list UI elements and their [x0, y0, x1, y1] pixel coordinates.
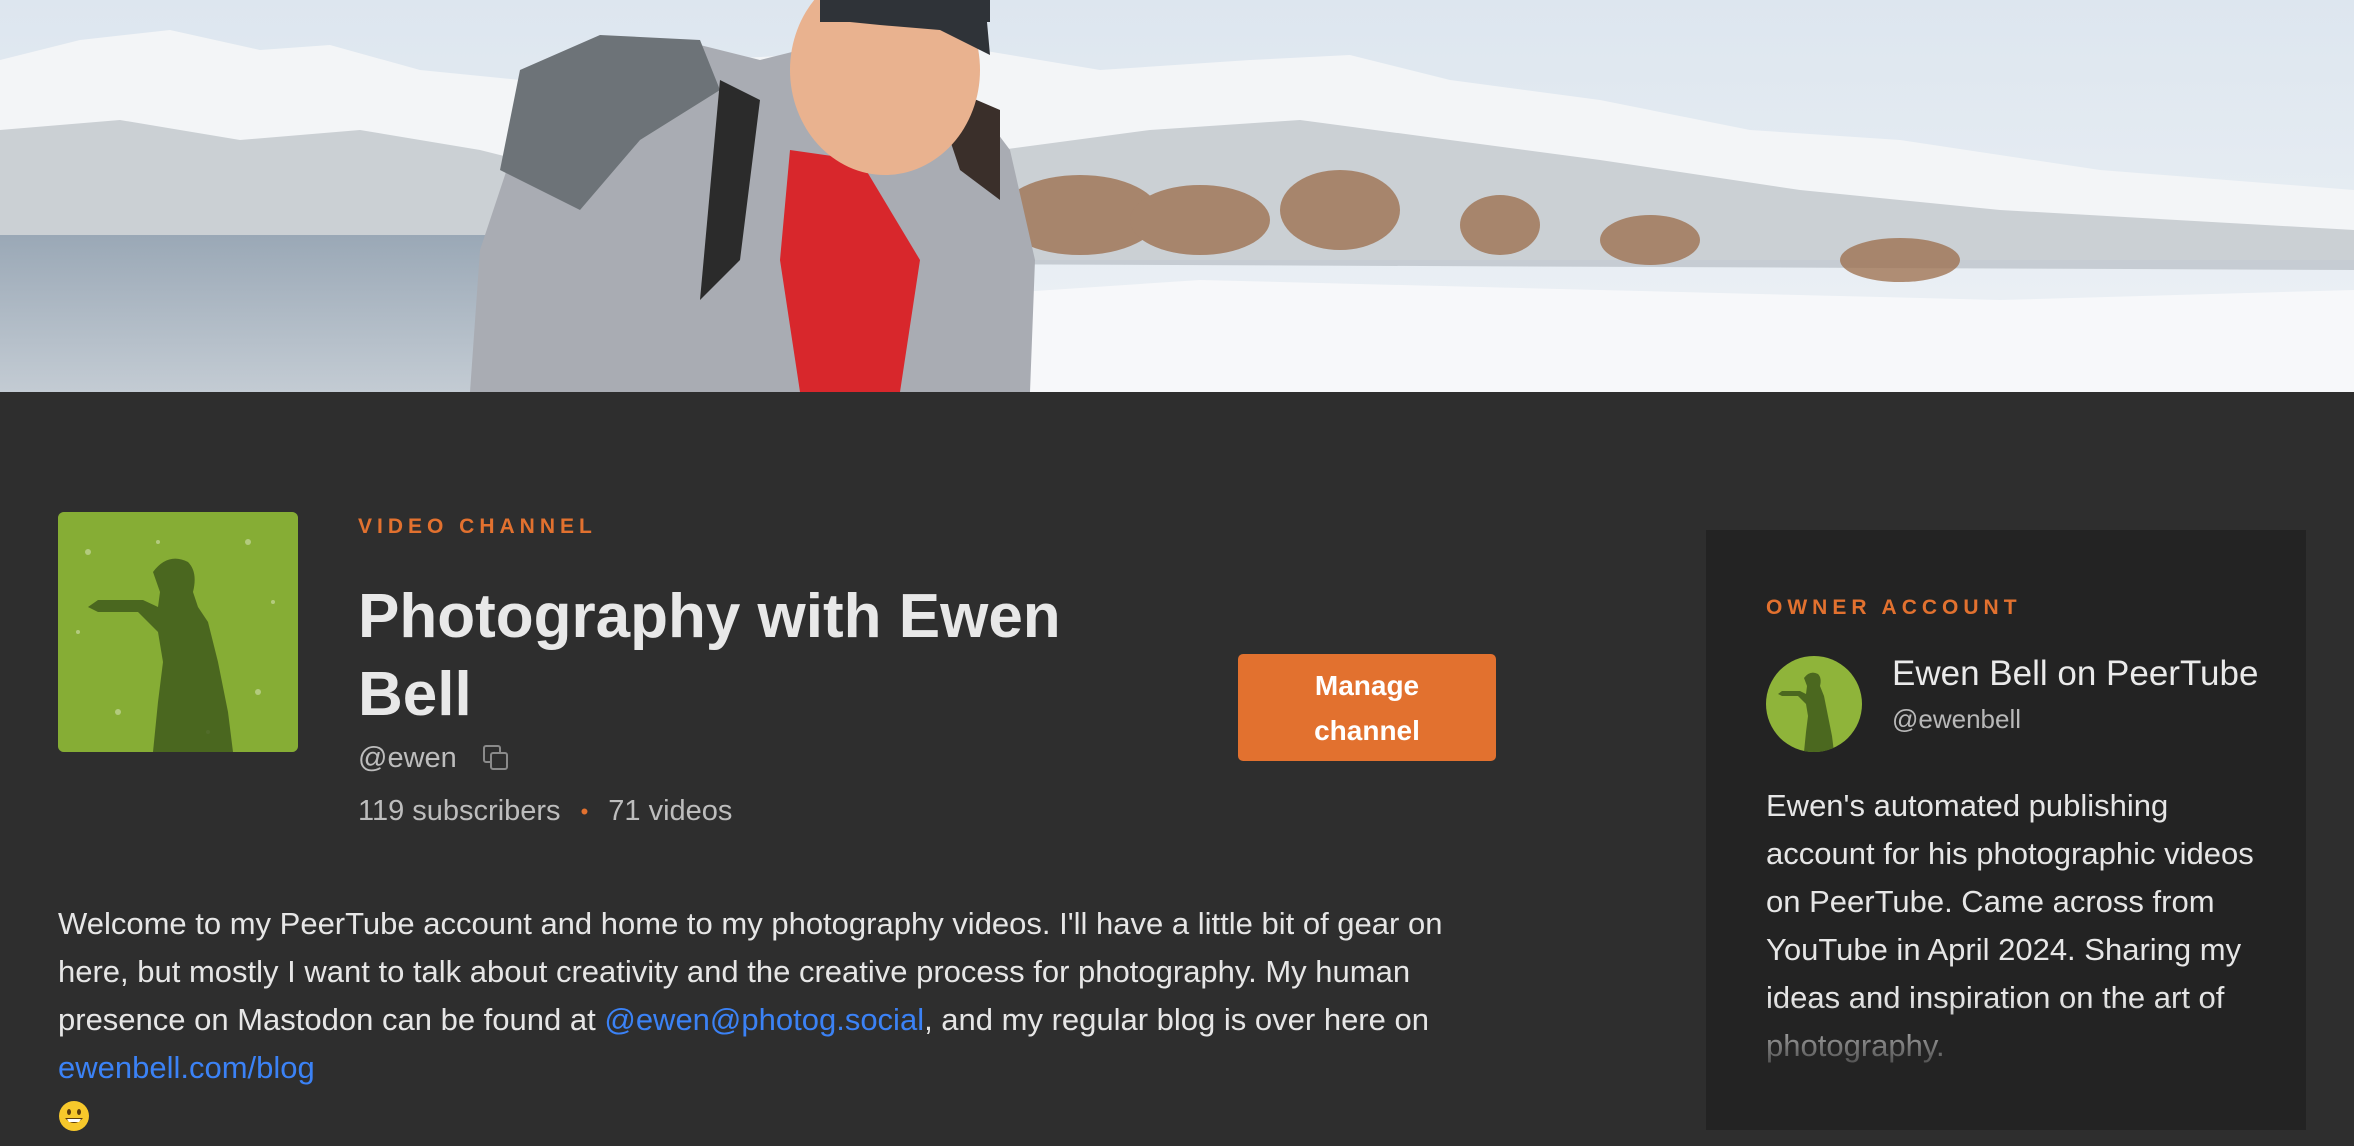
- video-count: 71 videos: [608, 795, 733, 827]
- owner-description: Ewen's automated publishing account for …: [1766, 788, 2254, 1063]
- channel-description: Welcome to my PeerTube account and home …: [58, 900, 1498, 1140]
- blog-link[interactable]: ewenbell.com/blog: [58, 1050, 315, 1085]
- channel-handle: @ewen: [358, 741, 457, 774]
- channel-kicker: VIDEO CHANNEL: [358, 515, 597, 538]
- channel-stats: 119 subscribers • 71 videos: [358, 795, 732, 828]
- stats-separator: •: [580, 798, 589, 824]
- owner-handle: @ewenbell: [1892, 704, 2022, 734]
- grinning-face-emoji-icon: [58, 1098, 90, 1131]
- banner-image: [0, 0, 2354, 392]
- owner-account-card: OWNER ACCOUNT Ewen Bell on PeerTube @ewe…: [1706, 530, 2306, 1130]
- copy-icon[interactable]: [481, 743, 511, 773]
- channel-title: Photography with Ewen Bell: [358, 582, 1061, 729]
- channel-banner: [0, 0, 2354, 392]
- channel-avatar: [58, 512, 298, 752]
- description-text-2: , and my regular blog is over here on: [924, 1002, 1429, 1037]
- mastodon-link[interactable]: @ewen@photog.social: [604, 1002, 924, 1037]
- owner-avatar[interactable]: [1766, 656, 1862, 752]
- owner-kicker: OWNER ACCOUNT: [1766, 596, 2022, 619]
- manage-channel-button[interactable]: Manage channel: [1238, 654, 1496, 761]
- channel-handle-row: @ewen: [358, 740, 511, 776]
- subscriber-count: 119 subscribers: [358, 795, 561, 827]
- owner-name[interactable]: Ewen Bell on PeerTube: [1892, 654, 2258, 694]
